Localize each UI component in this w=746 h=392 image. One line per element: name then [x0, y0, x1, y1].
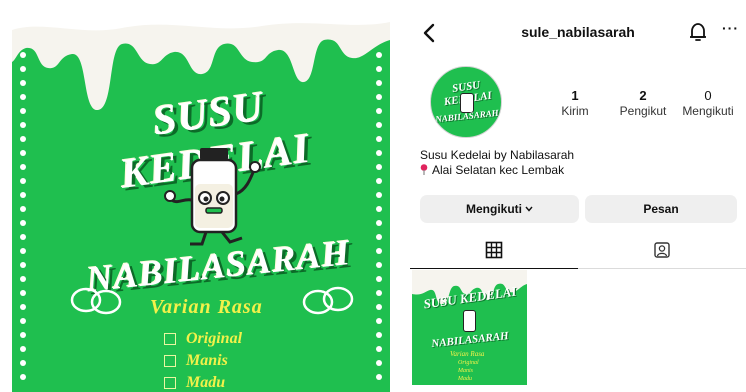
followers-label: Pengikut: [619, 104, 667, 118]
poster-subtitle: Varian Rasa: [150, 296, 263, 318]
tab-posts-grid[interactable]: [410, 232, 578, 269]
posts-count: 1: [571, 88, 579, 103]
left-dot-border: [20, 52, 26, 380]
checkbox-square-icon: [164, 333, 176, 345]
post-thumbnail[interactable]: SUSU KEDELAI NABILASARAH Varian Rasa Ori…: [412, 270, 527, 385]
more-horizontal-icon[interactable]: ···: [722, 20, 739, 36]
message-button-label: Pesan: [643, 202, 679, 216]
thumbnail-subtitle: Varian Rasa: [450, 350, 485, 358]
checkbox-square-icon: [164, 377, 176, 389]
instagram-profile-screen: sule_nabilasarah ··· SUSU KEDELAI NABILA…: [410, 0, 746, 392]
tab-tagged[interactable]: [578, 232, 746, 269]
grid-icon: [485, 241, 503, 259]
bio-name-line: Susu Kedelai by Nabilasarah: [420, 148, 575, 162]
flavor-item: Madu: [164, 374, 225, 392]
bottle-mascot-illustration: [164, 148, 261, 246]
thumbnail-flavor: Manis: [458, 368, 473, 374]
thumbnail-title-line2: NABILASARAH: [430, 329, 510, 351]
tagged-person-icon: [654, 242, 670, 258]
poster-image: SUSU KEDELAI NABILASARAH Varian Rasa Ori…: [12, 0, 390, 392]
bell-icon[interactable]: [688, 21, 708, 43]
chevron-down-icon: [525, 206, 533, 212]
thumbnail-bottle-graphic: [463, 310, 476, 332]
followers-stat[interactable]: 2 Pengikut: [613, 88, 673, 118]
profile-bio: Susu Kedelai by Nabilasarah Alai Selatan…: [420, 148, 574, 178]
profile-tabs: [410, 232, 746, 269]
thumbnail-flavor: Madu: [458, 376, 472, 382]
flavor-item: Manis: [164, 352, 228, 370]
posts-label: Kirim: [561, 104, 589, 118]
bean-right-illustration: [302, 286, 354, 315]
flavor-item: Original: [164, 330, 242, 348]
checkbox-square-icon: [164, 355, 176, 367]
top-navigation-bar: sule_nabilasarah ···: [410, 18, 746, 48]
following-stat[interactable]: 0 Mengikuti: [675, 88, 741, 118]
posts-stat[interactable]: 1 Kirim: [555, 88, 595, 118]
thumbnail-flavor: Original: [458, 360, 479, 366]
avatar[interactable]: SUSU KEDELAI NABILASARAH: [430, 66, 502, 138]
bio-location-row: Alai Selatan kec Lembak: [420, 163, 574, 178]
following-count: 0: [704, 88, 712, 103]
following-button-label: Mengikuti: [466, 202, 522, 216]
pin-icon: [420, 164, 428, 175]
message-button[interactable]: Pesan: [585, 195, 737, 223]
following-button[interactable]: Mengikuti: [420, 195, 579, 223]
avatar-title-line2: NABILASARAH: [434, 107, 500, 125]
followers-count: 2: [639, 88, 647, 103]
right-dot-border: [376, 52, 382, 380]
following-label: Mengikuti: [682, 104, 734, 118]
bean-left-illustration: [70, 287, 122, 315]
bio-location-line: Alai Selatan kec Lembak: [432, 163, 565, 177]
